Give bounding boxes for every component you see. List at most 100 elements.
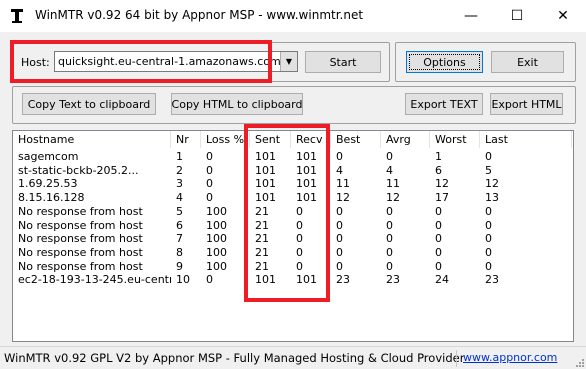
cell-loss: 100 (206, 218, 227, 232)
cell-last: 13 (485, 191, 499, 205)
cell-last: 5 (485, 163, 492, 177)
maximize-icon: ☐ (510, 8, 524, 24)
column-header-avrg[interactable]: Avrg (381, 131, 430, 148)
table-row[interactable]: sagemcom 1 0 101 101 0 0 1 0 (13, 150, 573, 164)
cell-loss: 0 (206, 273, 213, 287)
column-header-sent[interactable]: Sent (250, 131, 291, 148)
cell-worst: 1 (435, 150, 442, 163)
cell-last: 23 (485, 273, 499, 287)
cell-hostname: No response from host (18, 204, 143, 218)
copy-text-button[interactable]: Copy Text to clipboard (22, 93, 156, 115)
cell-nr: 2 (176, 163, 183, 177)
cell-sent: 21 (255, 218, 269, 232)
cell-sent: 101 (255, 191, 276, 205)
cell-sent: 101 (255, 150, 276, 163)
cell-best: 0 (336, 245, 343, 259)
cell-worst: 12 (435, 177, 449, 191)
cell-best: 0 (336, 204, 343, 218)
cell-hostname: sagemcom (18, 150, 79, 163)
cell-recv: 0 (296, 204, 303, 218)
results-table[interactable]: Hostname Nr Loss % Sent Recv Best Avrg Worst Las… (12, 130, 574, 342)
cell-hostname: 1.69.25.53 (18, 177, 78, 191)
column-header-worst[interactable]: Worst (430, 131, 480, 148)
resize-grip-icon[interactable] (574, 357, 584, 367)
column-header-nr[interactable]: Nr (171, 131, 201, 148)
cell-best: 11 (336, 177, 350, 191)
export-text-button[interactable]: Export TEXT (405, 93, 483, 115)
cell-sent: 101 (255, 177, 276, 191)
table-row[interactable]: No response from host 6 100 21 0 0 0 0 0 (13, 219, 573, 233)
cell-best: 4 (336, 163, 343, 177)
table-row[interactable]: No response from host 8 100 21 0 0 0 0 0 (13, 246, 573, 260)
cell-sent: 21 (255, 232, 269, 246)
table-row[interactable]: 1.69.25.53 3 0 101 101 11 11 12 12 (13, 177, 573, 191)
cell-recv: 0 (296, 232, 303, 246)
cell-sent: 21 (255, 245, 269, 259)
cell-hostname: No response from host (18, 245, 143, 259)
cell-recv: 101 (296, 191, 317, 205)
app-icon (11, 9, 23, 23)
cell-worst: 0 (435, 218, 442, 232)
cell-loss: 0 (206, 150, 213, 163)
host-dropdown-button[interactable]: ▼ (280, 52, 297, 71)
cell-last: 12 (485, 177, 499, 191)
column-header-hostname[interactable]: Hostname (13, 131, 171, 148)
cell-worst: 0 (435, 245, 442, 259)
cell-nr: 9 (176, 259, 183, 273)
table-row[interactable]: ec2-18-193-13-245.eu-central... 10 0 101 101… (13, 273, 573, 287)
column-header-last[interactable]: Last (480, 131, 572, 148)
cell-nr: 10 (176, 273, 190, 287)
cell-hostname: ec2-18-193-13-245.eu-central... (18, 273, 171, 287)
cell-hostname: No response from host (18, 259, 143, 273)
cell-hostname: 8.15.16.128 (18, 191, 85, 205)
cell-last: 0 (485, 259, 492, 273)
status-divider (456, 350, 457, 367)
cell-avrg: 0 (386, 245, 393, 259)
minimize-icon: — (464, 8, 478, 24)
cell-last: 0 (485, 204, 492, 218)
table-row[interactable]: 8.15.16.128 4 0 101 101 12 12 17 13 (13, 191, 573, 205)
cell-loss: 0 (206, 191, 213, 205)
column-header-loss[interactable]: Loss % (201, 131, 250, 148)
cell-worst: 0 (435, 232, 442, 246)
close-icon: ✕ (557, 8, 569, 24)
cell-worst: 17 (435, 191, 449, 205)
options-button[interactable]: Options (406, 51, 483, 73)
cell-loss: 100 (206, 204, 227, 218)
cell-avrg: 12 (386, 191, 400, 205)
host-input[interactable]: quicksight.eu-central-1.amazonaws.com (58, 55, 281, 68)
table-row[interactable]: No response from host 7 100 21 0 0 0 0 0 (13, 232, 573, 246)
cell-nr: 5 (176, 204, 183, 218)
cell-recv: 0 (296, 245, 303, 259)
host-combobox[interactable]: quicksight.eu-central-1.amazonaws.com ▼ (54, 51, 298, 72)
cell-avrg: 0 (386, 204, 393, 218)
cell-nr: 8 (176, 245, 183, 259)
column-header-recv[interactable]: Recv (291, 131, 331, 148)
table-row[interactable]: No response from host 5 100 21 0 0 0 0 0 (13, 205, 573, 219)
cell-loss: 0 (206, 163, 213, 177)
title-bar[interactable]: WinMTR v0.92 64 bit by Appnor MSP - www.… (0, 0, 586, 32)
maximize-button[interactable]: ☐ (494, 0, 540, 32)
appnor-link[interactable]: www.appnor.com (463, 351, 557, 364)
cell-last: 0 (485, 218, 492, 232)
table-row[interactable]: st-static-bckb-205.2... 2 0 101 101 4 4 6 5 (13, 164, 573, 178)
cell-last: 0 (485, 245, 492, 259)
start-button[interactable]: Start (305, 51, 381, 73)
table-row[interactable]: No response from host 9 100 21 0 0 0 0 0 (13, 260, 573, 274)
export-html-button[interactable]: Export HTML (490, 93, 563, 115)
cell-nr: 6 (176, 218, 183, 232)
exit-button[interactable]: Exit (491, 51, 564, 73)
copy-html-button[interactable]: Copy HTML to clipboard (171, 93, 303, 115)
cell-worst: 0 (435, 259, 442, 273)
cell-loss: 100 (206, 245, 227, 259)
close-button[interactable]: ✕ (540, 0, 586, 32)
cell-nr: 3 (176, 177, 183, 191)
minimize-button[interactable]: — (448, 0, 494, 32)
cell-last: 0 (485, 232, 492, 246)
cell-last: 0 (485, 150, 492, 163)
cell-avrg: 0 (386, 259, 393, 273)
column-header-best[interactable]: Best (331, 131, 381, 148)
cell-sent: 101 (255, 273, 276, 287)
cell-worst: 24 (435, 273, 449, 287)
cell-nr: 4 (176, 191, 183, 205)
